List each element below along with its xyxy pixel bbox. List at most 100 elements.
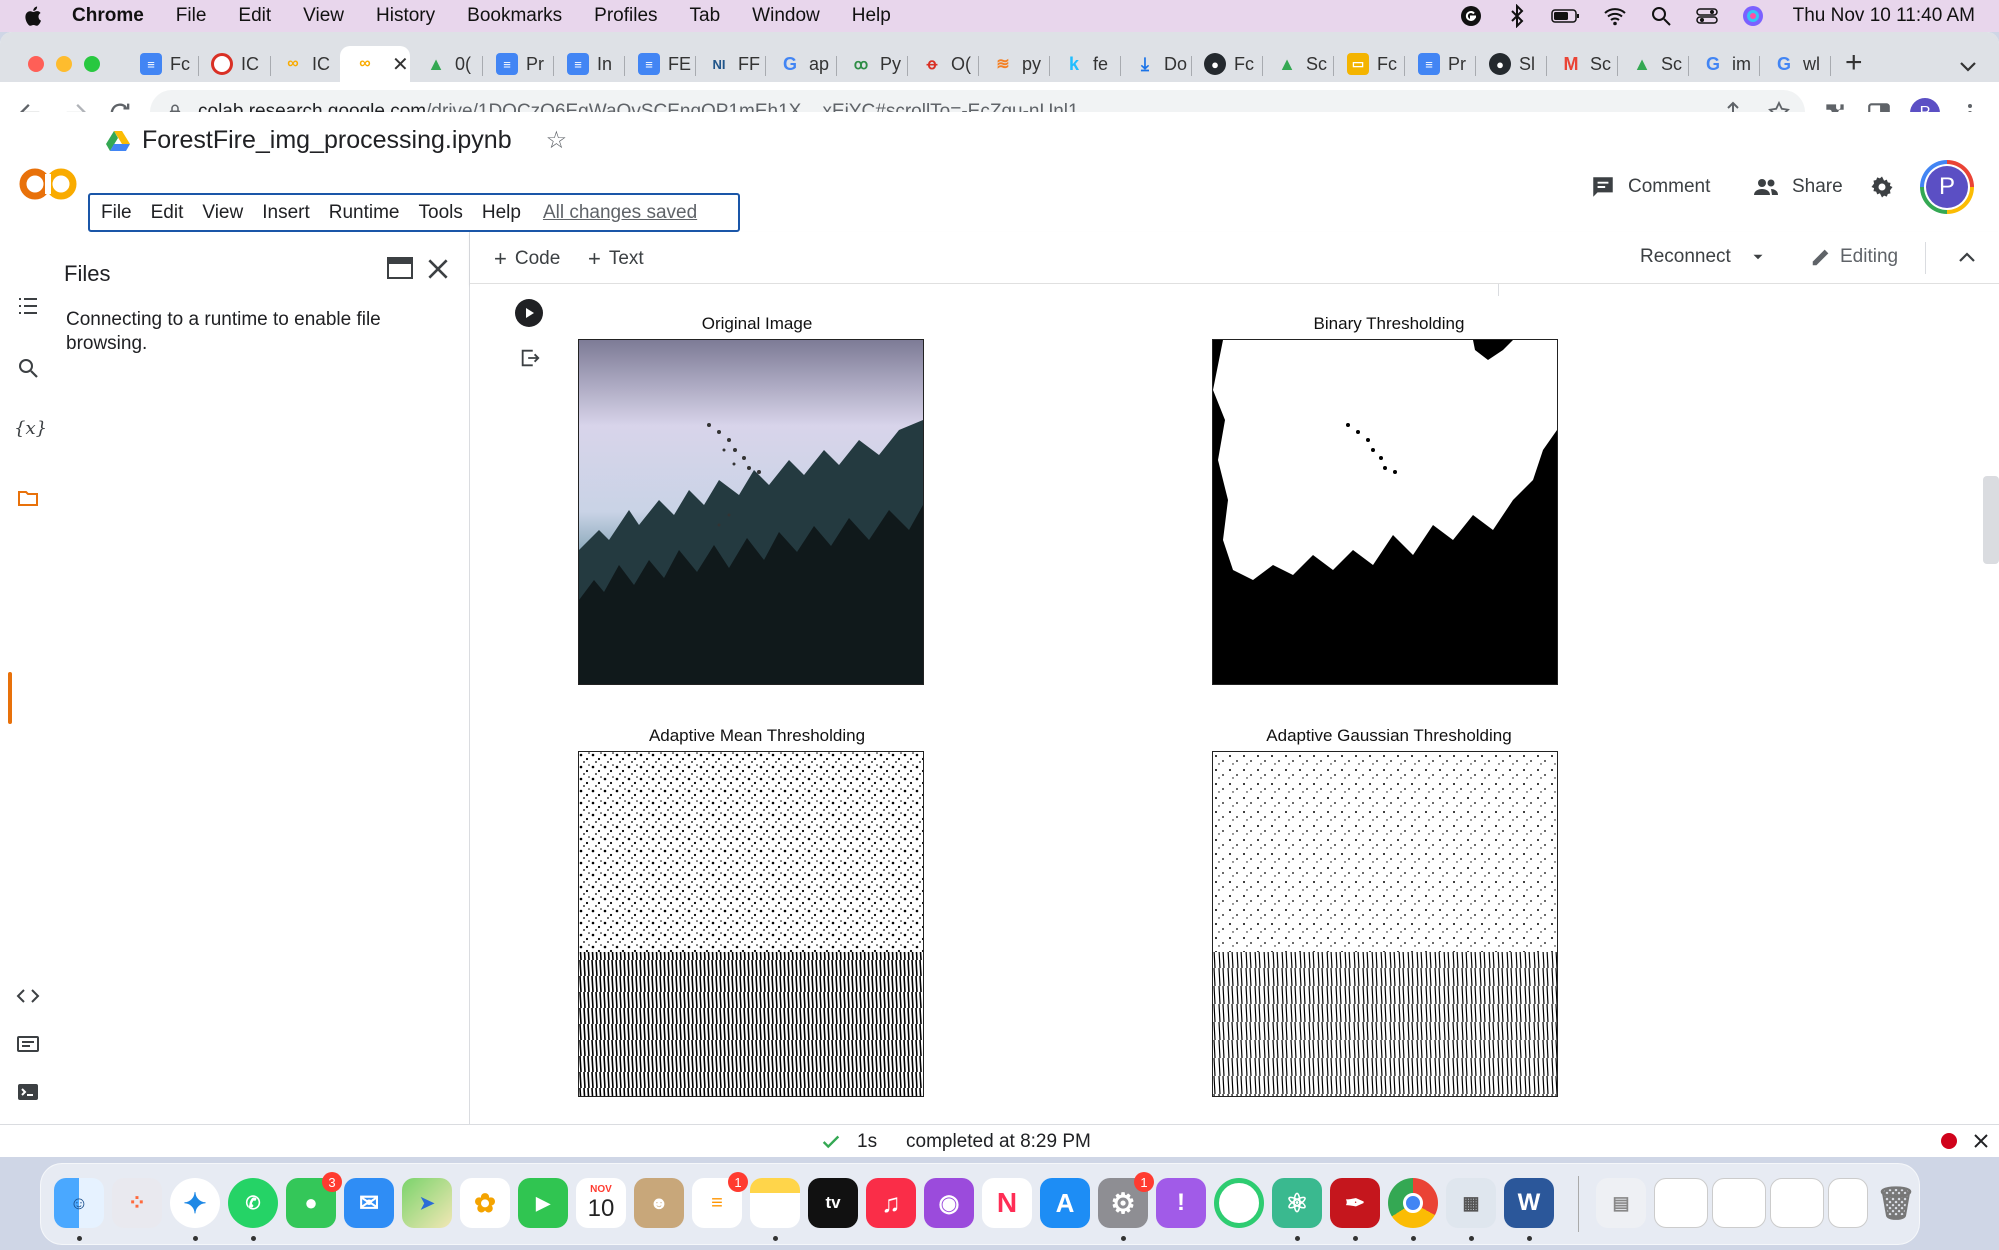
apple-tv-icon[interactable]: tv — [808, 1178, 858, 1228]
variables-icon[interactable]: {x} — [14, 418, 47, 442]
collapse-header-chevron-icon[interactable] — [1955, 246, 1979, 270]
comment-button[interactable]: Comment — [1590, 174, 1710, 200]
search-icon[interactable] — [16, 356, 40, 380]
bluetooth-icon[interactable] — [1505, 4, 1529, 28]
tab-close-icon[interactable]: ✕ — [392, 52, 409, 77]
grammarly-icon[interactable] — [1459, 4, 1483, 28]
settings-gear-icon[interactable] — [1868, 173, 1896, 201]
facetime-icon[interactable]: ▶ — [518, 1178, 568, 1228]
close-status-icon[interactable] — [1972, 1132, 1990, 1150]
browser-tab[interactable]: ∞ IC — [268, 46, 330, 82]
minimized-window-thumbnail[interactable] — [1770, 1178, 1824, 1228]
menubar-item-tab[interactable]: Tab — [690, 5, 721, 27]
menubar-app-name[interactable]: Chrome — [72, 5, 144, 27]
execution-status-text[interactable]: completed at 8:29 PM — [906, 1131, 1091, 1153]
menu-file[interactable]: File — [101, 202, 132, 224]
open-in-tab-icon[interactable] — [387, 256, 413, 280]
browser-tab[interactable]: ● Sl — [1475, 46, 1535, 82]
preview-icon[interactable]: ▦ — [1446, 1178, 1496, 1228]
contacts-icon[interactable]: ☻ — [634, 1178, 684, 1228]
browser-tab[interactable]: ≡ Pr — [1404, 46, 1466, 82]
whatsapp-icon[interactable]: ✆ — [228, 1178, 278, 1228]
tab-search-chevron-icon[interactable] — [1955, 54, 1981, 78]
reconnect-button[interactable]: Reconnect — [1640, 246, 1767, 268]
trash-icon[interactable]: 🗑 — [1871, 1178, 1921, 1228]
new-tab-button[interactable]: + — [1845, 46, 1863, 80]
user-avatar[interactable]: P — [1920, 160, 1974, 214]
siri-icon[interactable] — [1741, 4, 1765, 28]
save-status-link[interactable]: All changes saved — [543, 202, 697, 224]
browser-tab[interactable]: Gim — [1688, 46, 1751, 82]
feedback-icon[interactable]: ! — [1156, 1178, 1206, 1228]
editing-mode-button[interactable]: Editing — [1810, 246, 1898, 268]
window-zoom-button[interactable] — [84, 56, 100, 72]
menubar-item-help[interactable]: Help — [852, 5, 891, 27]
downloads-stack-icon[interactable]: ▤ — [1596, 1178, 1646, 1228]
menubar-item-window[interactable]: Window — [752, 5, 820, 27]
menubar-item-view[interactable]: View — [303, 5, 344, 27]
menubar-datetime[interactable]: Thu Nov 10 11:40 AM — [1793, 5, 1975, 27]
photos-icon[interactable]: ✿ — [460, 1178, 510, 1228]
spotlight-search-icon[interactable] — [1649, 4, 1673, 28]
mail-icon[interactable]: ✉ — [344, 1178, 394, 1228]
finder-icon[interactable]: ☺ — [54, 1178, 104, 1228]
music-icon[interactable]: ♫ — [866, 1178, 916, 1228]
menu-view[interactable]: View — [202, 202, 243, 224]
system-settings-icon[interactable]: ⚙ 1 — [1098, 1172, 1154, 1228]
share-button[interactable]: Share — [1752, 174, 1843, 200]
browser-tab[interactable]: ⤓ Do — [1120, 46, 1187, 82]
menu-help[interactable]: Help — [482, 202, 521, 224]
reminders-icon[interactable]: ≡ 1 — [692, 1172, 748, 1228]
menu-insert[interactable]: Insert — [262, 202, 310, 224]
menubar-item-profiles[interactable]: Profiles — [594, 5, 657, 27]
browser-tab[interactable]: ▲ Sc — [1262, 46, 1327, 82]
wifi-icon[interactable] — [1603, 4, 1627, 28]
notes-icon[interactable] — [750, 1178, 800, 1228]
calendar-icon[interactable]: NOV 10 — [576, 1178, 626, 1228]
word-icon[interactable]: W — [1504, 1178, 1554, 1228]
menu-tools[interactable]: Tools — [419, 202, 463, 224]
browser-tab[interactable]: ≡ Pr — [482, 46, 544, 82]
browser-tab[interactable]: ≋ py — [978, 46, 1041, 82]
browser-tab[interactable]: ≡ In — [553, 46, 612, 82]
menubar-item-history[interactable]: History — [376, 5, 435, 27]
folder-icon[interactable] — [16, 486, 40, 510]
safari-icon[interactable]: ✦ — [170, 1178, 220, 1228]
command-palette-icon[interactable] — [16, 1032, 40, 1056]
browser-tab[interactable]: ▲ 0( — [411, 46, 471, 82]
output-actions-icon[interactable] — [519, 347, 541, 369]
colab-logo[interactable] — [18, 166, 78, 202]
messages-icon[interactable]: ● 3 — [286, 1172, 342, 1228]
menu-edit[interactable]: Edit — [151, 202, 184, 224]
menu-runtime[interactable]: Runtime — [329, 202, 400, 224]
menubar-item-edit[interactable]: Edit — [238, 5, 271, 27]
app-store-icon[interactable]: A — [1040, 1178, 1090, 1228]
browser-tab[interactable]: NI FF — [694, 46, 761, 82]
browser-tab[interactable]: Gap — [765, 46, 829, 82]
code-snippets-icon[interactable] — [16, 984, 40, 1008]
browser-tab[interactable]: Gwl — [1759, 46, 1820, 82]
close-panel-icon[interactable] — [425, 256, 451, 282]
minimized-window-thumbnail[interactable] — [1654, 1178, 1708, 1228]
atom-icon[interactable]: ⚛ — [1272, 1178, 1322, 1228]
news-icon[interactable]: N — [982, 1178, 1032, 1228]
run-cell-button[interactable] — [515, 299, 543, 327]
launchpad-icon[interactable]: ⁘ — [112, 1178, 162, 1228]
star-icon[interactable]: ☆ — [546, 126, 568, 155]
add-text-cell-button[interactable]: + Text — [588, 246, 644, 272]
maps-icon[interactable]: ➤ — [402, 1178, 452, 1228]
browser-tab-active[interactable]: ∞ ✕ — [340, 46, 410, 82]
google-drive-icon[interactable] — [106, 130, 130, 152]
apple-logo-icon[interactable] — [22, 4, 46, 28]
window-close-button[interactable] — [28, 56, 44, 72]
window-minimize-button[interactable] — [56, 56, 72, 72]
browser-tab[interactable]: ▭ Fc — [1333, 46, 1397, 82]
acrobat-icon[interactable]: ✒ — [1330, 1178, 1380, 1228]
browser-tab[interactable]: IC — [197, 46, 259, 82]
browser-tab[interactable]: k fe — [1049, 46, 1108, 82]
chevron-down-icon[interactable] — [1749, 248, 1767, 266]
add-code-cell-button[interactable]: + Code — [494, 246, 560, 272]
menubar-item-file[interactable]: File — [176, 5, 207, 27]
browser-tab[interactable]: ● Fc — [1190, 46, 1254, 82]
browser-tab[interactable]: ▲ Sc — [1617, 46, 1682, 82]
